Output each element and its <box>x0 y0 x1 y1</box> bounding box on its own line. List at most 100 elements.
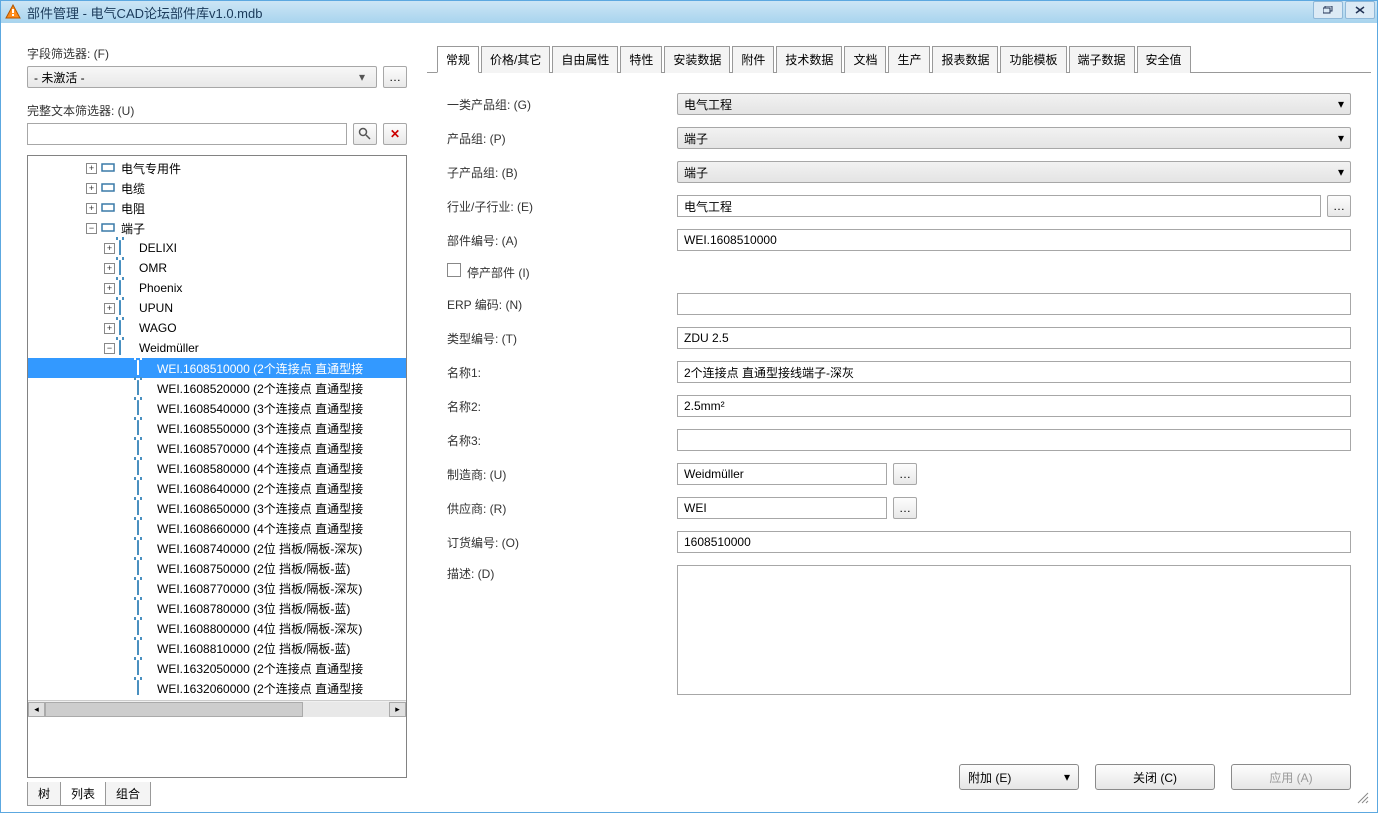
combo-product-group2[interactable]: 端子▾ <box>677 127 1351 149</box>
tree-spacer <box>122 663 133 674</box>
apply-button[interactable]: 应用 (A) <box>1231 764 1351 790</box>
textarea-description[interactable] <box>677 565 1351 695</box>
input-type-number[interactable]: ZDU 2.5 <box>677 327 1351 349</box>
tree-node[interactable]: +DELIXI <box>28 238 406 258</box>
close-dialog-button[interactable]: 关闭 (C) <box>1095 764 1215 790</box>
part-icon <box>137 441 153 455</box>
tab-9[interactable]: 报表数据 <box>932 46 998 73</box>
collapse-icon[interactable]: − <box>104 343 115 354</box>
input-order-number[interactable]: 1608510000 <box>677 531 1351 553</box>
clear-filter-button[interactable]: ✕ <box>383 123 407 145</box>
detail-tab-strip: 常规价格/其它自由属性特性安装数据附件技术数据文档生产报表数据功能模板端子数据安… <box>427 45 1371 73</box>
combo-product-group3[interactable]: 端子▾ <box>677 161 1351 183</box>
tab-combo[interactable]: 组合 <box>105 782 151 806</box>
input-manufacturer[interactable]: Weidmüller <box>677 463 887 485</box>
tree-node[interactable]: WEI.1608810000 (2位 挡板/隔板-蓝) <box>28 638 406 658</box>
tree-node[interactable]: WEI.1608750000 (2位 挡板/隔板-蓝) <box>28 558 406 578</box>
tree-node[interactable]: +电阻 <box>28 198 406 218</box>
tab-3[interactable]: 特性 <box>620 46 662 73</box>
tab-4[interactable]: 安装数据 <box>664 46 730 73</box>
tree-node[interactable]: +UPUN <box>28 298 406 318</box>
part-icon <box>137 601 153 615</box>
tree-node[interactable]: WEI.1608580000 (4个连接点 直通型接 <box>28 458 406 478</box>
input-industry[interactable]: 电气工程 <box>677 195 1321 217</box>
tab-2[interactable]: 自由属性 <box>552 46 618 73</box>
tree-node-label: 电气专用件 <box>121 160 181 177</box>
tree-node-label: WEI.1608650000 (3个连接点 直通型接 <box>157 500 363 517</box>
chevron-down-icon: ▾ <box>1338 165 1344 179</box>
search-button[interactable] <box>353 123 377 145</box>
expand-icon[interactable]: + <box>104 243 115 254</box>
label-discontinued: 停产部件 (I) <box>447 263 677 281</box>
input-part-number[interactable]: WEI.1608510000 <box>677 229 1351 251</box>
expand-icon[interactable]: + <box>86 203 97 214</box>
tree-node-label: WEI.1608550000 (3个连接点 直通型接 <box>157 420 363 437</box>
input-name2[interactable]: 2.5mm² <box>677 395 1351 417</box>
tab-0[interactable]: 常规 <box>437 46 479 73</box>
expand-icon[interactable]: + <box>104 303 115 314</box>
collapse-icon[interactable]: − <box>86 223 97 234</box>
tree-node[interactable]: WEI.1608770000 (3位 挡板/隔板-深灰) <box>28 578 406 598</box>
tree-node[interactable]: WEI.1608510000 (2个连接点 直通型接 <box>28 358 406 378</box>
expand-icon[interactable]: + <box>104 283 115 294</box>
tab-list[interactable]: 列表 <box>60 782 106 806</box>
horizontal-scrollbar[interactable]: ◂▸ <box>28 700 406 717</box>
manufacturer-more-button[interactable]: … <box>893 463 917 485</box>
tree-node[interactable]: WEI.1608780000 (3位 挡板/隔板-蓝) <box>28 598 406 618</box>
supplier-more-button[interactable]: … <box>893 497 917 519</box>
tree-node[interactable]: WEI.1608660000 (4个连接点 直通型接 <box>28 518 406 538</box>
expand-icon[interactable]: + <box>104 263 115 274</box>
part-icon <box>137 461 153 475</box>
field-filter-combo[interactable]: - 未激活 - ▾ <box>27 66 377 88</box>
tree-node[interactable]: +电缆 <box>28 178 406 198</box>
tab-11[interactable]: 端子数据 <box>1069 46 1135 73</box>
tree-node[interactable]: +OMR <box>28 258 406 278</box>
tree-node[interactable]: +WAGO <box>28 318 406 338</box>
tree-node[interactable]: −端子 <box>28 218 406 238</box>
tree-node[interactable]: WEI.1608640000 (2个连接点 直通型接 <box>28 478 406 498</box>
expand-icon[interactable]: + <box>86 163 97 174</box>
tree-node[interactable]: + 电气专用件 <box>28 158 406 178</box>
tab-7[interactable]: 文档 <box>844 46 886 73</box>
input-erp[interactable] <box>677 293 1351 315</box>
tree-node[interactable]: WEI.1608550000 (3个连接点 直通型接 <box>28 418 406 438</box>
tree-node[interactable]: WEI.1608520000 (2个连接点 直通型接 <box>28 378 406 398</box>
tab-1[interactable]: 价格/其它 <box>481 46 550 73</box>
tab-10[interactable]: 功能模板 <box>1000 46 1066 73</box>
expand-icon[interactable]: + <box>104 323 115 334</box>
tree-node[interactable]: WEI.1608800000 (4位 挡板/隔板-深灰) <box>28 618 406 638</box>
tree-node[interactable]: WEI.1608570000 (4个连接点 直通型接 <box>28 438 406 458</box>
tree-node[interactable]: WEI.1608540000 (3个连接点 直通型接 <box>28 398 406 418</box>
tab-8[interactable]: 生产 <box>888 46 930 73</box>
industry-more-button[interactable]: … <box>1327 195 1351 217</box>
tree-view[interactable]: +电气专用件+电缆+电阻−端子+DELIXI+OMR+Phoenix+UPUN+… <box>27 155 407 778</box>
titlebar[interactable]: 部件管理 - 电气CAD论坛部件库v1.0.mdb <box>1 1 1377 23</box>
tree-node-label: WEI.1608510000 (2个连接点 直通型接 <box>157 360 363 377</box>
tree-node[interactable]: WEI.1608650000 (3个连接点 直通型接 <box>28 498 406 518</box>
fulltext-filter-input[interactable] <box>27 123 347 145</box>
tab-5[interactable]: 附件 <box>732 46 774 73</box>
tree-node[interactable]: WEI.1632060000 (2个连接点 直通型接 <box>28 678 406 698</box>
tab-6[interactable]: 技术数据 <box>776 46 842 73</box>
label-industry: 行业/子行业: (E) <box>447 198 677 215</box>
input-name1[interactable]: 2个连接点 直通型接线端子-深灰 <box>677 361 1351 383</box>
tree-node[interactable]: WEI.1608740000 (2位 挡板/隔板-深灰) <box>28 538 406 558</box>
tree-node-label: WEI.1608660000 (4个连接点 直通型接 <box>157 520 363 537</box>
tree-spacer <box>122 363 133 374</box>
input-name3[interactable] <box>677 429 1351 451</box>
field-filter-more-button[interactable]: … <box>383 66 407 88</box>
tab-12[interactable]: 安全值 <box>1137 46 1191 73</box>
resize-grip[interactable] <box>1355 790 1369 804</box>
tree-node[interactable]: −Weidmüller <box>28 338 406 358</box>
expand-icon[interactable]: + <box>86 183 97 194</box>
combo-product-group1[interactable]: 电气工程▾ <box>677 93 1351 115</box>
checkbox-discontinued[interactable] <box>447 263 461 277</box>
input-supplier[interactable]: WEI <box>677 497 887 519</box>
tree-node[interactable]: +Phoenix <box>28 278 406 298</box>
append-button[interactable]: 附加 (E)▾ <box>959 764 1079 790</box>
tree-node[interactable]: WEI.1632050000 (2个连接点 直通型接 <box>28 658 406 678</box>
tab-tree[interactable]: 树 <box>27 782 61 806</box>
restore-button[interactable] <box>1313 1 1343 19</box>
close-button[interactable] <box>1345 1 1375 19</box>
tree-node-label: WEI.1608540000 (3个连接点 直通型接 <box>157 400 363 417</box>
